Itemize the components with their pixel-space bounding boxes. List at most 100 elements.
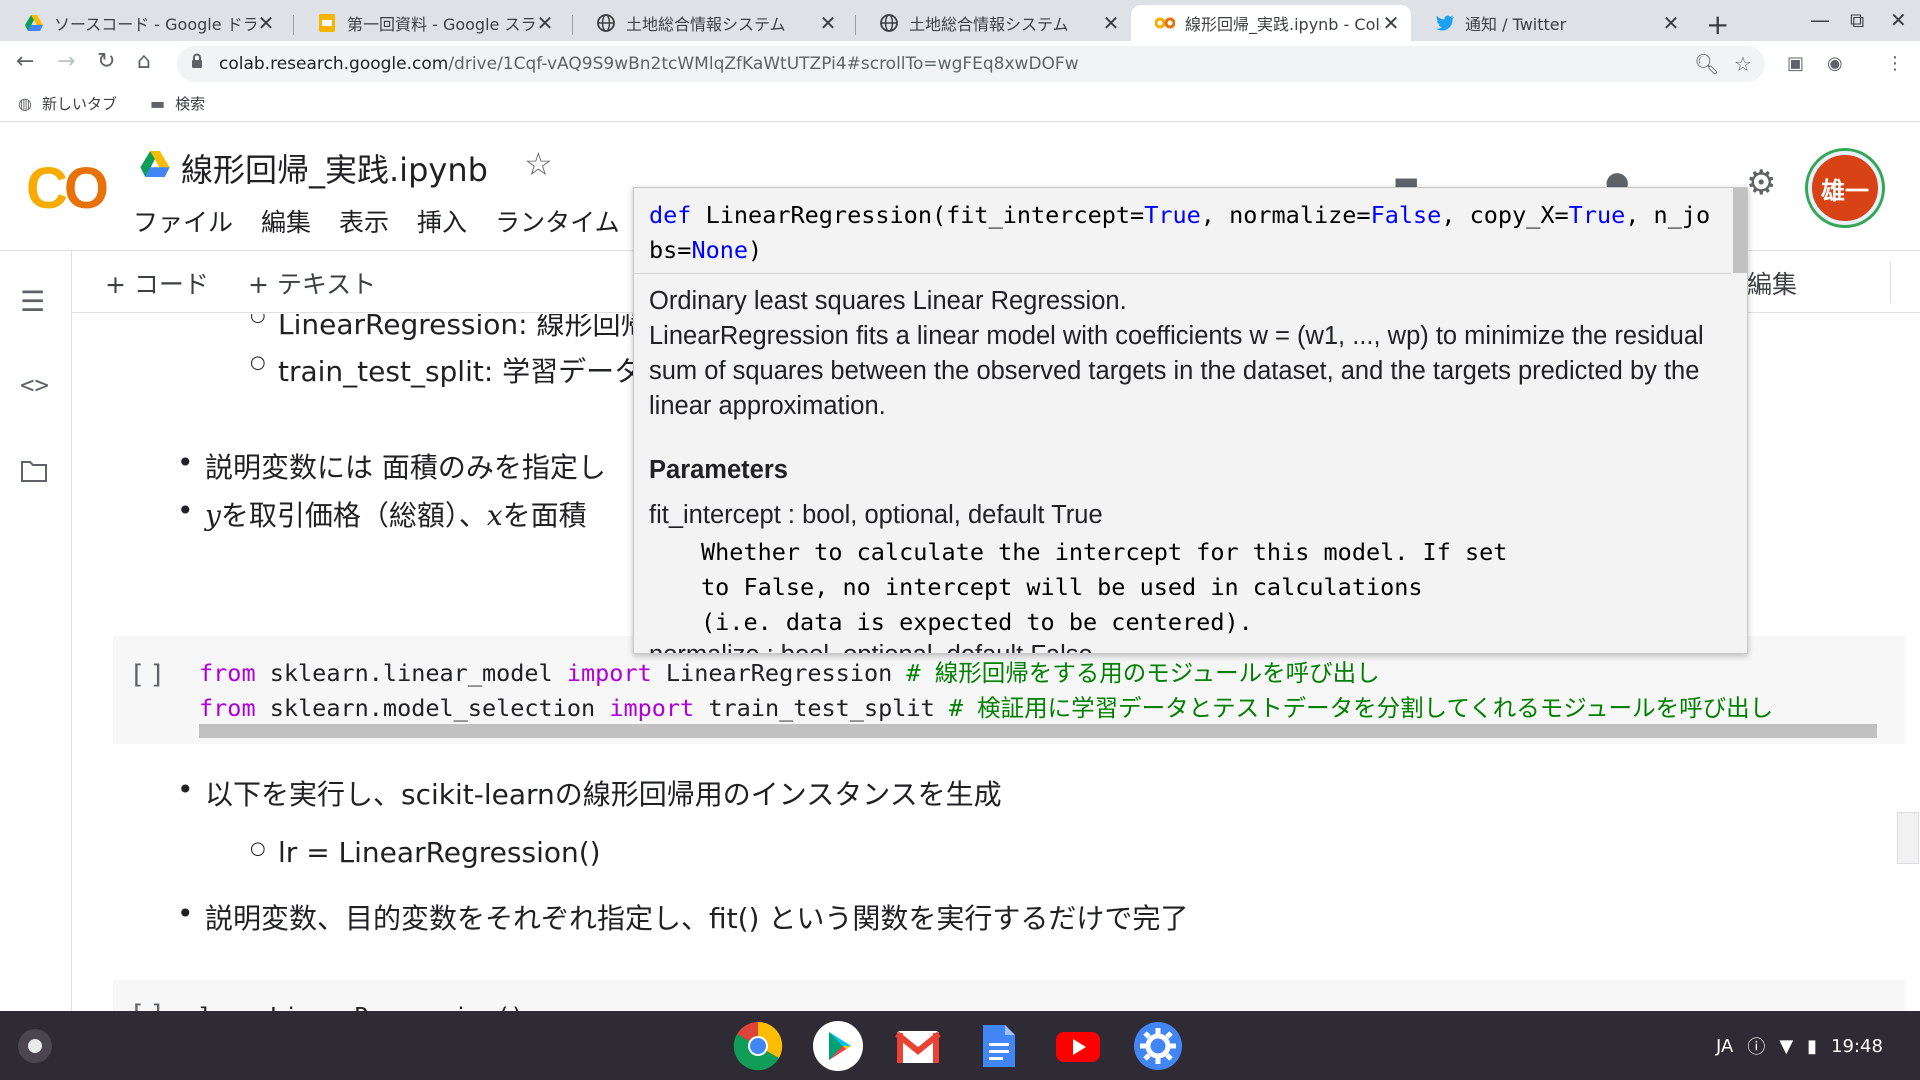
- table-of-contents-icon[interactable]: ☰: [20, 285, 45, 318]
- menu-edit[interactable]: 編集: [261, 203, 311, 239]
- gmail-icon[interactable]: [893, 1021, 943, 1071]
- add-text-button[interactable]: + テキスト: [248, 265, 376, 301]
- add-code-button[interactable]: + コード: [105, 265, 209, 301]
- tab-drive[interactable]: ソースコード - Google ドラ ✕: [0, 5, 286, 41]
- restore-icon[interactable]: ⧉: [1850, 8, 1864, 32]
- code-cell[interactable]: [ ] lr = LinearRegression(): [113, 980, 1905, 1011]
- close-window-icon[interactable]: ✕: [1890, 8, 1907, 32]
- star-icon[interactable]: ☆: [524, 145, 553, 183]
- docstring-tooltip: def LinearRegression(fit_intercept=True,…: [633, 187, 1748, 654]
- bookmark-star-icon[interactable]: ☆: [1734, 52, 1752, 76]
- menu-runtime[interactable]: ランタイム: [495, 203, 620, 239]
- bookmark-search[interactable]: ▬ 検索: [150, 93, 205, 114]
- new-tab-button[interactable]: +: [1706, 8, 1729, 41]
- forward-icon[interactable]: →: [57, 49, 75, 74]
- list-item: LinearRegression: 線形回帰: [250, 314, 648, 343]
- close-icon[interactable]: ✕: [1661, 11, 1681, 35]
- function-signature: def LinearRegression(fit_intercept=True,…: [649, 201, 1711, 264]
- bookmarks-bar: ◍ 新しいタブ ▬ 検索: [0, 88, 1920, 122]
- bookmark-label: 検索: [175, 95, 206, 113]
- menu-view[interactable]: 表示: [339, 203, 389, 239]
- twitter-icon: [1435, 13, 1455, 33]
- system-tray[interactable]: JA ⓘ ▼ ▮ 19:48: [1716, 1033, 1883, 1059]
- param-name: fit_intercept : bool, optional, default …: [649, 501, 1103, 529]
- close-icon[interactable]: ✕: [256, 11, 276, 35]
- back-icon[interactable]: ←: [16, 49, 34, 74]
- close-icon[interactable]: ✕: [818, 11, 838, 35]
- tooltip-scrollbar-thumb[interactable]: [1733, 188, 1747, 273]
- avatar[interactable]: 雄一: [1808, 151, 1882, 225]
- close-icon[interactable]: ✕: [1101, 11, 1121, 35]
- run-cell-button[interactable]: [ ]: [133, 660, 162, 690]
- battery-icon: ▮: [1807, 1035, 1818, 1057]
- notebook-title[interactable]: 線形回帰_実践.ipynb: [181, 145, 488, 191]
- youtube-icon[interactable]: [1053, 1021, 1103, 1071]
- zoom-icon[interactable]: 🔍︎: [1694, 52, 1719, 76]
- edit-label[interactable]: 編集: [1747, 265, 1797, 301]
- minimize-icon[interactable]: —: [1810, 8, 1830, 32]
- info-icon: ⓘ: [1747, 1037, 1766, 1058]
- gear-icon[interactable]: ⚙: [1746, 163, 1776, 203]
- tab-land-info-1[interactable]: 土地総合情報システム ✕: [572, 5, 848, 41]
- tab-title: 第一回資料 - Google スライ: [347, 15, 535, 34]
- folder-icon[interactable]: [20, 457, 48, 490]
- reload-icon[interactable]: ↻: [97, 49, 115, 74]
- list-item: train_test_split: 学習データ: [250, 350, 642, 390]
- list-item: 説明変数には 面積のみを指定し: [177, 446, 606, 486]
- tab-strip: ソースコード - Google ドラ ✕ 第一回資料 - Google スライ …: [0, 0, 1920, 41]
- param-name: normalize : bool, optional, default Fals…: [649, 641, 1093, 653]
- wifi-icon: ▼: [1779, 1035, 1794, 1057]
- tab-twitter[interactable]: 通知 / Twitter ✕: [1411, 5, 1691, 41]
- menu-file[interactable]: ファイル: [133, 203, 233, 239]
- list-item: yを取引価格（総額）、xを面積: [177, 494, 587, 534]
- os-shelf: JA ⓘ ▼ ▮ 19:48: [0, 1011, 1920, 1080]
- clock: 19:48: [1831, 1035, 1883, 1057]
- menu-bar: ファイル 編集 表示 挿入 ランタイム: [133, 203, 648, 239]
- left-sidebar: ☰ <>: [0, 251, 72, 1011]
- code-snippets-icon[interactable]: <>: [20, 371, 49, 399]
- home-icon[interactable]: ⌂: [137, 49, 151, 74]
- globe-icon: [596, 13, 616, 33]
- chrome-icon[interactable]: [733, 1021, 783, 1071]
- bookmark-label: 新しいタブ: [41, 95, 117, 113]
- vertical-scrollbar[interactable]: [1897, 812, 1919, 864]
- globe-icon: ◍: [18, 94, 32, 113]
- more-menu-icon[interactable]: ⋮: [1886, 53, 1904, 74]
- ime-indicator: JA: [1716, 1035, 1734, 1057]
- docstring-body: Ordinary least squares Linear Regression…: [649, 284, 1719, 424]
- tab-title: 線形回帰_実践.ipynb - Colab: [1185, 15, 1381, 34]
- tab-colab[interactable]: 線形回帰_実践.ipynb - Colab ✕: [1131, 5, 1411, 41]
- settings-icon[interactable]: [1133, 1021, 1183, 1071]
- play-store-icon[interactable]: [813, 1021, 863, 1071]
- close-icon[interactable]: ✕: [1381, 11, 1401, 35]
- menu-insert[interactable]: 挿入: [417, 203, 467, 239]
- tab-title: 土地総合情報システム: [626, 15, 786, 34]
- close-icon[interactable]: ✕: [535, 11, 555, 35]
- tab-title: 土地総合情報システム: [909, 15, 1069, 34]
- colab-icon: [1155, 13, 1175, 33]
- screen: ソースコード - Google ドラ ✕ 第一回資料 - Google スライ …: [0, 0, 1920, 1080]
- folder-icon: ▬: [150, 94, 166, 113]
- tab-slides[interactable]: 第一回資料 - Google スライ ✕: [293, 5, 565, 41]
- code-line: lr = LinearRegression(): [199, 1002, 524, 1011]
- list-item: 説明変数、目的変数をそれぞれ指定し、fit() という関数を実行するだけで完了: [177, 897, 1188, 937]
- google-drive-icon: [24, 13, 44, 33]
- docs-icon[interactable]: [973, 1021, 1023, 1071]
- list-item: lr = LinearRegression(): [250, 836, 601, 869]
- docstring-summary: Ordinary least squares Linear Regression…: [649, 287, 1127, 315]
- tab-land-info-2[interactable]: 土地総合情報システム ✕: [855, 5, 1131, 41]
- run-cell-button[interactable]: [ ]: [133, 1000, 162, 1011]
- url-text: colab.research.google.com/drive/1Cqf-vAQ…: [219, 54, 1079, 74]
- tab-title: 通知 / Twitter: [1465, 15, 1567, 34]
- launcher-button[interactable]: [18, 1029, 52, 1063]
- google-slides-icon: [317, 13, 337, 33]
- param-description: Whether to calculate the intercept for t…: [701, 538, 1508, 636]
- bookmark-new-tab[interactable]: ◍ 新しいタブ: [18, 93, 117, 114]
- extension-icon[interactable]: ▣: [1787, 53, 1804, 74]
- globe-icon: [879, 13, 899, 33]
- colab-logo[interactable]: CO: [26, 155, 109, 222]
- camera-icon[interactable]: ◉: [1827, 53, 1843, 74]
- google-drive-icon[interactable]: [140, 151, 170, 181]
- horizontal-scrollbar[interactable]: [199, 724, 1877, 738]
- address-bar[interactable]: colab.research.google.com/drive/1Cqf-vAQ…: [177, 46, 1765, 82]
